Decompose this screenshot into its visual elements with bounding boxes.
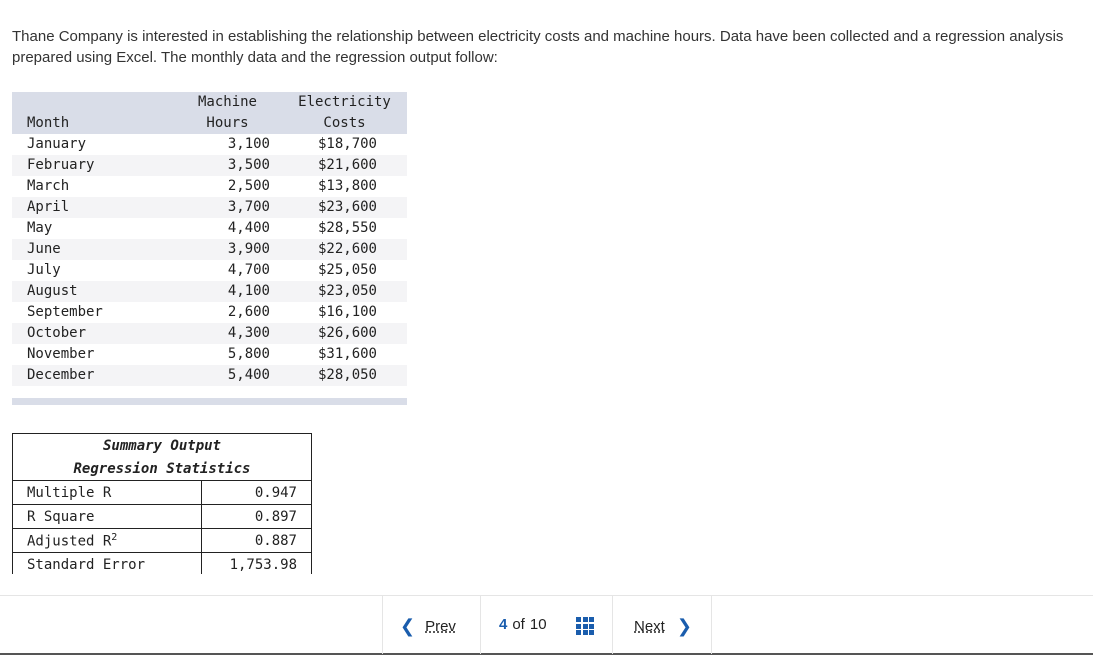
question-intro: Thane Company is interested in establish… — [12, 28, 1064, 66]
hours-cell: 5,400 — [227, 367, 270, 383]
stat-row: Adjusted R2 0.887 — [12, 528, 312, 553]
costs-cell: $28,550 — [317, 220, 377, 236]
summary-subtitle: Regression Statistics — [12, 457, 312, 481]
table-row: April 3,700 $23,600 — [12, 197, 407, 218]
stat-row: R Square 0.897 — [12, 504, 312, 529]
costs-cell: $18,700 — [317, 136, 377, 152]
table-row: June 3,900 $22,600 — [12, 239, 407, 260]
hours-cell: 3,900 — [227, 241, 270, 257]
costs-cell: $13,800 — [317, 178, 377, 194]
stat-label: Adjusted R2 — [12, 528, 202, 553]
nav-divider — [612, 596, 613, 654]
costs-cell: $31,600 — [317, 346, 377, 362]
stat-value: 0.887 — [201, 528, 312, 553]
table-header-row-2: Month Hours Costs — [12, 113, 407, 134]
hours-cell: 3,100 — [227, 136, 270, 152]
total-pages: 10 — [529, 616, 547, 633]
table-row: October 4,300 $26,600 — [12, 323, 407, 344]
table-row: July 4,700 $25,050 — [12, 260, 407, 281]
month-cell: June — [27, 241, 61, 257]
page-indicator: 4 of 10 — [499, 616, 547, 633]
stat-label-superscript: 2 — [111, 531, 118, 543]
summary-output-panel: Summary Output Regression Statistics Mul… — [12, 433, 312, 574]
costs-cell: $28,050 — [317, 367, 377, 383]
nav-divider — [711, 596, 712, 654]
table-row: March 2,500 $13,800 — [12, 176, 407, 197]
header-month: Month — [27, 115, 70, 131]
costs-cell: $21,600 — [317, 157, 377, 173]
page-of-label: of — [512, 616, 525, 633]
costs-cell: $23,600 — [317, 199, 377, 215]
hours-cell: 2,600 — [227, 304, 270, 320]
current-page: 4 — [499, 616, 508, 633]
costs-cell: $25,050 — [317, 262, 377, 278]
header-hours-line1: Machine — [197, 94, 257, 110]
table-body: January 3,100 $18,700 February 3,500 $21,600 M… — [12, 134, 407, 386]
stat-label: Standard Error — [12, 552, 202, 574]
next-button[interactable]: Next ❯ — [634, 616, 692, 637]
month-cell: December — [27, 367, 95, 383]
stat-value: 1,753.98 — [201, 552, 312, 574]
stat-value: 0.947 — [201, 480, 312, 505]
table-row: May 4,400 $28,550 — [12, 218, 407, 239]
table-row: January 3,100 $18,700 — [12, 134, 407, 155]
hours-cell: 4,100 — [227, 283, 270, 299]
chevron-left-icon: ❮ — [400, 616, 416, 636]
nav-divider — [382, 596, 383, 654]
stat-row: Standard Error 1,753.98 — [12, 552, 312, 574]
costs-cell: $23,050 — [317, 283, 377, 299]
hours-cell: 5,800 — [227, 346, 270, 362]
summary-title: Summary Output — [12, 433, 312, 457]
costs-cell: $26,600 — [317, 325, 377, 341]
hours-cell: 4,700 — [227, 262, 270, 278]
question-navigation-bar: ❮ Prev 4 of 10 Next ❯ — [0, 595, 1093, 655]
stat-label-text: Adjusted R — [27, 533, 112, 550]
month-cell: April — [27, 199, 70, 215]
grid-icon[interactable] — [576, 617, 594, 635]
header-blank — [12, 92, 177, 113]
stat-row: Multiple R 0.947 — [12, 480, 312, 505]
month-cell: February — [27, 157, 95, 173]
header-hours-line2: Hours — [206, 115, 249, 131]
stat-label: Multiple R — [12, 480, 202, 505]
hours-cell: 2,500 — [227, 178, 270, 194]
hours-cell: 4,400 — [227, 220, 270, 236]
month-cell: July — [27, 262, 61, 278]
month-cell: August — [27, 283, 78, 299]
costs-cell: $22,600 — [317, 241, 377, 257]
table-row: August 4,100 $23,050 — [12, 281, 407, 302]
stat-label: R Square — [12, 504, 202, 529]
table-row: November 5,800 $31,600 — [12, 344, 407, 365]
table-row: December 5,400 $28,050 — [12, 365, 407, 386]
summary-output-table: Summary Output Regression Statistics Mul… — [12, 433, 312, 574]
month-cell: November — [27, 346, 95, 362]
hours-cell: 3,700 — [227, 199, 270, 215]
nav-divider — [480, 596, 481, 654]
month-cell: March — [27, 178, 70, 194]
table-footer-bar — [12, 398, 407, 405]
hours-cell: 4,300 — [227, 325, 270, 341]
monthly-data-table: Machine Electricity Month Hours Costs Ja… — [12, 92, 407, 386]
hours-cell: 3,500 — [227, 157, 270, 173]
month-cell: January — [27, 136, 87, 152]
costs-cell: $16,100 — [317, 304, 377, 320]
month-cell: May — [27, 220, 53, 236]
next-label: Next — [634, 618, 665, 635]
month-cell: October — [27, 325, 87, 341]
header-costs-line2: Costs — [323, 115, 366, 131]
stat-value: 0.897 — [201, 504, 312, 529]
table-row: September 2,600 $16,100 — [12, 302, 407, 323]
table-row: February 3,500 $21,600 — [12, 155, 407, 176]
prev-button[interactable]: ❮ Prev — [400, 616, 456, 637]
chevron-right-icon: ❯ — [676, 616, 692, 636]
prev-label: Prev — [425, 618, 456, 635]
header-costs-line1: Electricity — [298, 94, 391, 110]
month-cell: September — [27, 304, 103, 320]
table-header-row-1: Machine Electricity — [12, 92, 407, 113]
